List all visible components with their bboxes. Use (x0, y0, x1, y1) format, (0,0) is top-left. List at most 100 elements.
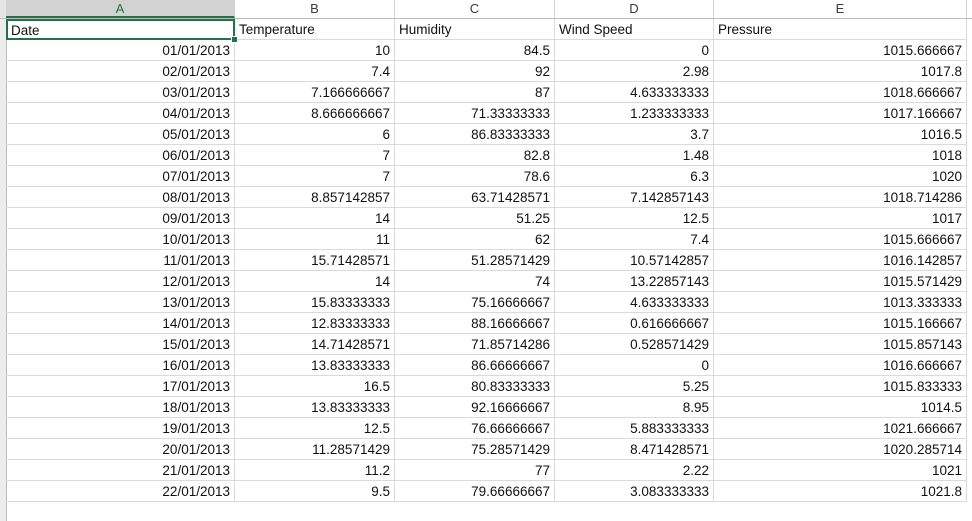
cell-humidity[interactable]: 78.6 (395, 166, 555, 187)
cell-wind-speed[interactable]: 1.233333333 (555, 103, 714, 124)
cell-date[interactable]: 12/01/2013 (6, 271, 235, 292)
cell-temperature[interactable]: 11.2 (235, 460, 395, 481)
cell-date[interactable]: 13/01/2013 (6, 292, 235, 313)
cell-date[interactable]: 08/01/2013 (6, 187, 235, 208)
cell-temperature[interactable]: 15.71428571 (235, 250, 395, 271)
cell-wind-speed[interactable]: 2.22 (555, 460, 714, 481)
cell-pressure[interactable]: 1017 (714, 208, 967, 229)
cell-humidity[interactable]: 82.8 (395, 145, 555, 166)
cell-humidity[interactable]: 87 (395, 82, 555, 103)
cell-temperature[interactable]: 14.71428571 (235, 334, 395, 355)
cell-date[interactable]: 02/01/2013 (6, 61, 235, 82)
cell-temperature[interactable]: 6 (235, 124, 395, 145)
cell-date[interactable]: 04/01/2013 (6, 103, 235, 124)
cell-date[interactable]: 18/01/2013 (6, 397, 235, 418)
cell-wind-speed[interactable]: 0 (555, 40, 714, 61)
cell-temperature[interactable]: 14 (235, 271, 395, 292)
cell-pressure[interactable]: 1013.333333 (714, 292, 967, 313)
cell-wind-speed[interactable]: 7.4 (555, 229, 714, 250)
cell-temperature[interactable]: 9.5 (235, 481, 395, 502)
header-cell-humidity[interactable]: Humidity (395, 19, 555, 40)
cell-temperature[interactable]: 12.5 (235, 418, 395, 439)
spreadsheet-grid[interactable]: A B C D E Date Temperature Humidity Wind Sp… (0, 0, 972, 521)
cell-pressure[interactable]: 1015.166667 (714, 313, 967, 334)
cell-temperature[interactable]: 12.83333333 (235, 313, 395, 334)
cell-pressure[interactable]: 1016.142857 (714, 250, 967, 271)
cell-humidity[interactable]: 75.28571429 (395, 439, 555, 460)
cell-humidity[interactable]: 80.83333333 (395, 376, 555, 397)
cell-temperature[interactable]: 7 (235, 145, 395, 166)
cell-pressure[interactable]: 1014.5 (714, 397, 967, 418)
cell-pressure[interactable]: 1018 (714, 145, 967, 166)
cell-pressure[interactable]: 1015.571429 (714, 271, 967, 292)
cell-pressure[interactable]: 1016.5 (714, 124, 967, 145)
cell-date[interactable]: 14/01/2013 (6, 313, 235, 334)
cell-humidity[interactable]: 71.85714286 (395, 334, 555, 355)
cell-humidity[interactable]: 77 (395, 460, 555, 481)
column-header-e[interactable]: E (714, 0, 967, 18)
cell-temperature[interactable]: 8.666666667 (235, 103, 395, 124)
cell-wind-speed[interactable]: 0.616666667 (555, 313, 714, 334)
cell-date[interactable]: 07/01/2013 (6, 166, 235, 187)
column-header-b[interactable]: B (235, 0, 395, 18)
cell-wind-speed[interactable]: 7.142857143 (555, 187, 714, 208)
column-header-c[interactable]: C (395, 0, 555, 18)
cell-pressure[interactable]: 1015.833333 (714, 376, 967, 397)
cell-wind-speed[interactable]: 10.57142857 (555, 250, 714, 271)
cell-humidity[interactable]: 74 (395, 271, 555, 292)
cell-pressure[interactable]: 1015.857143 (714, 334, 967, 355)
cell-wind-speed[interactable]: 4.633333333 (555, 82, 714, 103)
cell-date[interactable]: 09/01/2013 (6, 208, 235, 229)
cell-temperature[interactable]: 10 (235, 40, 395, 61)
header-cell-wind-speed[interactable]: Wind Speed (555, 19, 714, 40)
cell-pressure[interactable]: 1020 (714, 166, 967, 187)
cell-wind-speed[interactable]: 8.95 (555, 397, 714, 418)
cell-date[interactable]: 17/01/2013 (6, 376, 235, 397)
cell-pressure[interactable]: 1021 (714, 460, 967, 481)
cell-date[interactable]: 15/01/2013 (6, 334, 235, 355)
cell-pressure[interactable]: 1015.666667 (714, 229, 967, 250)
cell-temperature[interactable]: 14 (235, 208, 395, 229)
cell-humidity[interactable]: 71.33333333 (395, 103, 555, 124)
cell-temperature[interactable]: 16.5 (235, 376, 395, 397)
cell-date[interactable]: 11/01/2013 (6, 250, 235, 271)
cell-humidity[interactable]: 86.66666667 (395, 355, 555, 376)
cell-humidity[interactable]: 88.16666667 (395, 313, 555, 334)
cell-humidity[interactable]: 92 (395, 61, 555, 82)
cell-temperature[interactable]: 7 (235, 166, 395, 187)
cell-humidity[interactable]: 63.71428571 (395, 187, 555, 208)
cell-humidity[interactable]: 84.5 (395, 40, 555, 61)
cell-wind-speed[interactable]: 2.98 (555, 61, 714, 82)
cell-pressure[interactable]: 1021.666667 (714, 418, 967, 439)
header-cell-pressure[interactable]: Pressure (714, 19, 967, 40)
header-cell-date[interactable]: Date (6, 19, 235, 40)
cell-date[interactable]: 19/01/2013 (6, 418, 235, 439)
cell-wind-speed[interactable]: 8.471428571 (555, 439, 714, 460)
cell-temperature[interactable]: 7.4 (235, 61, 395, 82)
cell-humidity[interactable]: 92.16666667 (395, 397, 555, 418)
cell-temperature[interactable]: 11 (235, 229, 395, 250)
cell-wind-speed[interactable]: 12.5 (555, 208, 714, 229)
cell-pressure[interactable]: 1016.666667 (714, 355, 967, 376)
cell-date[interactable]: 21/01/2013 (6, 460, 235, 481)
cell-date[interactable]: 06/01/2013 (6, 145, 235, 166)
cell-wind-speed[interactable]: 1.48 (555, 145, 714, 166)
column-header-a[interactable]: A (6, 0, 235, 18)
cell-humidity[interactable]: 51.28571429 (395, 250, 555, 271)
cell-temperature[interactable]: 8.857142857 (235, 187, 395, 208)
cell-temperature[interactable]: 11.28571429 (235, 439, 395, 460)
cell-pressure[interactable]: 1021.8 (714, 481, 967, 502)
cell-humidity[interactable]: 86.83333333 (395, 124, 555, 145)
cell-pressure[interactable]: 1017.166667 (714, 103, 967, 124)
cell-humidity[interactable]: 51.25 (395, 208, 555, 229)
cell-humidity[interactable]: 75.16666667 (395, 292, 555, 313)
cell-pressure[interactable]: 1020.285714 (714, 439, 967, 460)
cell-date[interactable]: 22/01/2013 (6, 481, 235, 502)
cell-wind-speed[interactable]: 3.083333333 (555, 481, 714, 502)
cell-date[interactable]: 01/01/2013 (6, 40, 235, 61)
cell-wind-speed[interactable]: 6.3 (555, 166, 714, 187)
cell-wind-speed[interactable]: 4.633333333 (555, 292, 714, 313)
cell-date[interactable]: 20/01/2013 (6, 439, 235, 460)
cell-humidity[interactable]: 76.66666667 (395, 418, 555, 439)
cell-humidity[interactable]: 62 (395, 229, 555, 250)
